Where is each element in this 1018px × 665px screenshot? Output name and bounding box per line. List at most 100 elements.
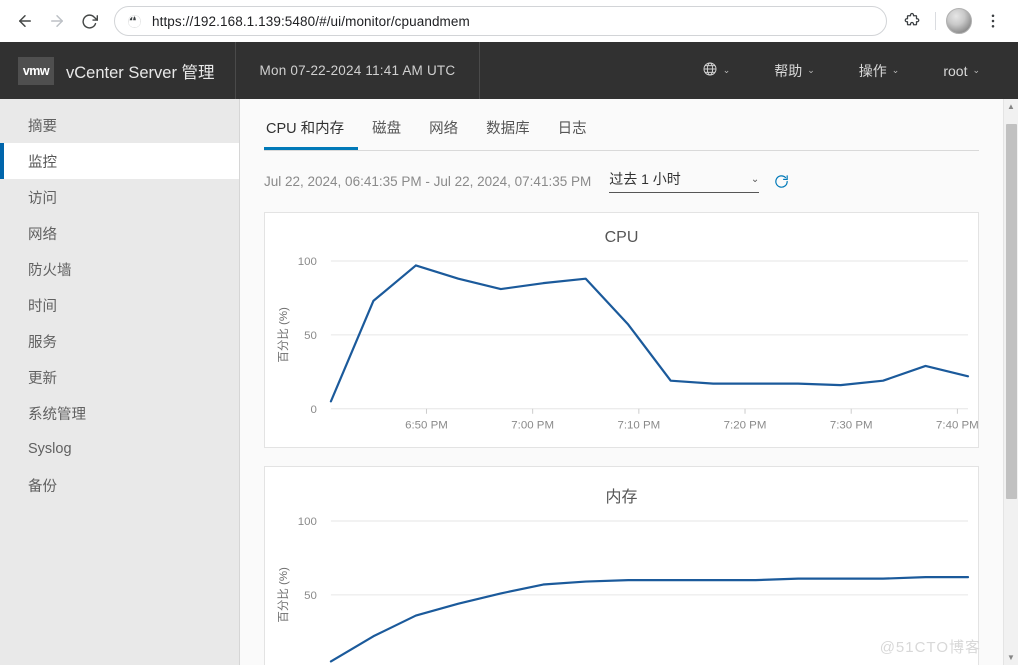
browser-actions [897, 6, 1008, 36]
address-bar[interactable]: https://192.168.1.139:5480/#/ui/monitor/… [114, 6, 887, 36]
cpu-chart-card: CPU 0 50 100 百分比 (%) 6:50 PM 7:00 PM 7:10 PM 7:… [264, 212, 979, 448]
svg-text:50: 50 [304, 590, 317, 602]
time-range-text: Jul 22, 2024, 06:41:35 PM - Jul 22, 2024… [264, 173, 592, 189]
user-menu[interactable]: root ⌄ [921, 42, 1002, 99]
tab-logs[interactable]: 日志 [544, 117, 601, 150]
refresh-icon[interactable] [773, 173, 790, 190]
sidebar-item-networking[interactable]: 网络 [0, 215, 239, 251]
help-menu-label: 帮助 [774, 62, 803, 79]
sidebar-item-label: 防火墙 [28, 262, 72, 279]
svg-text:100: 100 [298, 516, 317, 528]
reload-icon[interactable] [74, 6, 104, 36]
help-menu[interactable]: 帮助 ⌄ [752, 42, 837, 99]
svg-text:百分比 (%): 百分比 (%) [277, 307, 290, 363]
tab-label: 数据库 [486, 121, 530, 137]
sidebar-item-administration[interactable]: 系统管理 [0, 395, 239, 431]
sidebar-item-label: Syslog [28, 441, 72, 457]
tab-disk[interactable]: 磁盘 [358, 117, 415, 150]
svg-text:7:00 PM: 7:00 PM [511, 420, 554, 432]
chevron-down-icon: ⌄ [972, 65, 980, 75]
sidebar-item-label: 访问 [28, 190, 57, 207]
chevron-down-icon: ⌄ [891, 65, 900, 75]
sidebar-item-label: 监控 [28, 154, 57, 171]
sidebar-item-access[interactable]: 访问 [0, 179, 239, 215]
memory-chart[interactable]: 050100百分比 (%)6:50 PM7:00 PM7:10 PM7:20 P… [265, 509, 978, 665]
tab-network[interactable]: 网络 [415, 117, 472, 150]
sidebar-item-monitor[interactable]: 监控 [0, 143, 239, 179]
time-range-select[interactable]: 过去 1 小时 ⌄ [609, 169, 760, 193]
content-area: CPU 和内存 磁盘 网络 数据库 日志 Jul 22, 2024, 06:41… [240, 99, 1018, 665]
puzzle-extensions-icon[interactable] [897, 6, 927, 36]
globe-site-icon [127, 14, 142, 29]
vmware-logo: vmw [18, 56, 54, 85]
sidebar-item-label: 摘要 [28, 118, 57, 135]
sidebar-item-label: 服务 [28, 334, 57, 351]
tab-label: 网络 [429, 121, 459, 137]
cpu-chart-title: CPU [604, 229, 639, 246]
svg-text:7:30 PM: 7:30 PM [830, 420, 873, 432]
sidebar-item-syslog[interactable]: Syslog [0, 431, 239, 467]
user-menu-label: root [943, 62, 968, 79]
vertical-scrollbar[interactable]: ▲ ▼ [1003, 99, 1018, 665]
chevron-down-icon: ⌄ [750, 173, 760, 185]
profile-avatar-icon[interactable] [944, 6, 974, 36]
toolbar-divider [935, 12, 936, 30]
actions-menu[interactable]: 操作 ⌄ [837, 42, 922, 99]
time-range-value: 过去 1 小时 [609, 171, 681, 187]
brand[interactable]: vmw vCenter Server 管理 [0, 42, 235, 99]
sidebar-item-services[interactable]: 服务 [0, 323, 239, 359]
sidebar-item-summary[interactable]: 摘要 [0, 107, 239, 143]
forward-arrow-icon[interactable] [42, 6, 72, 36]
back-arrow-icon[interactable] [10, 6, 40, 36]
memory-chart-title: 内存 [605, 488, 638, 506]
svg-text:7:20 PM: 7:20 PM [724, 420, 767, 432]
tab-cpu-and-memory[interactable]: CPU 和内存 [264, 117, 359, 150]
globe-language-icon [702, 61, 718, 80]
sidebar-item-label: 更新 [28, 370, 57, 387]
time-range-controls: Jul 22, 2024, 06:41:35 PM - Jul 22, 2024… [264, 168, 979, 194]
url-text: https://192.168.1.139:5480/#/ui/monitor/… [152, 13, 470, 29]
sidebar-item-label: 系统管理 [28, 406, 86, 423]
tab-label: 日志 [557, 121, 587, 137]
svg-text:7:10 PM: 7:10 PM [617, 420, 660, 432]
header-divider-2 [479, 42, 481, 99]
browser-toolbar: https://192.168.1.139:5480/#/ui/monitor/… [0, 0, 1018, 42]
sidebar-item-label: 时间 [28, 298, 57, 315]
actions-menu-label: 操作 [858, 62, 887, 79]
app-body: 摘要 监控 访问 网络 防火墙 时间 服务 更新 系统管理 Syslog 备份 … [0, 99, 1018, 665]
chevron-down-icon: ⌄ [722, 65, 731, 75]
svg-text:6:50 PM: 6:50 PM [405, 420, 448, 432]
scrollbar-thumb[interactable] [1005, 124, 1017, 499]
sidebar-item-firewall[interactable]: 防火墙 [0, 251, 239, 287]
svg-text:50: 50 [304, 330, 317, 342]
cpu-chart-svg: 0 50 100 百分比 (%) 6:50 PM 7:00 PM 7:10 PM 7:20 P… [277, 256, 978, 432]
scroll-up-arrow-icon[interactable]: ▲ [1004, 99, 1018, 114]
sidebar-item-backup[interactable]: 备份 [0, 467, 239, 503]
tab-label: 磁盘 [372, 121, 402, 137]
cpu-chart[interactable]: 0 50 100 百分比 (%) 6:50 PM 7:00 PM 7:10 PM 7:20 P… [265, 249, 978, 447]
three-dot-menu-icon[interactable] [978, 6, 1008, 36]
memory-chart-card: 内存 050100百分比 (%)6:50 PM7:00 PM7:10 PM7:2… [264, 465, 979, 665]
tab-database[interactable]: 数据库 [472, 117, 544, 150]
svg-text:100: 100 [298, 256, 317, 268]
scrollbar-track[interactable] [1004, 114, 1018, 650]
language-menu[interactable]: ⌄ [680, 42, 753, 99]
content-inner: CPU 和内存 磁盘 网络 数据库 日志 Jul 22, 2024, 06:41… [240, 99, 1003, 665]
memory-chart-svg: 050100百分比 (%)6:50 PM7:00 PM7:10 PM7:20 P… [277, 516, 970, 665]
svg-text:7:40 PM: 7:40 PM [936, 420, 978, 432]
avatar [946, 8, 972, 34]
sidebar-item-update[interactable]: 更新 [0, 359, 239, 395]
header-menu: ⌄ 帮助 ⌄ 操作 ⌄ root ⌄ [680, 42, 1018, 99]
chevron-down-icon: ⌄ [807, 65, 815, 75]
svg-text:百分比 (%): 百分比 (%) [277, 567, 290, 623]
tab-bar: CPU 和内存 磁盘 网络 数据库 日志 [264, 117, 979, 151]
vcenter-app: vmw vCenter Server 管理 Mon 07-22-2024 11:… [0, 42, 1018, 665]
sidebar-item-label: 网络 [28, 226, 57, 243]
scroll-down-arrow-icon[interactable]: ▼ [1004, 650, 1018, 665]
tab-label: CPU 和内存 [266, 121, 345, 137]
sidebar-item-label: 备份 [28, 478, 57, 495]
page-title: vCenter Server 管理 [66, 63, 215, 82]
server-clock: Mon 07-22-2024 11:41 AM UTC [259, 63, 456, 78]
sidebar-item-time[interactable]: 时间 [0, 287, 239, 323]
svg-text:0: 0 [311, 404, 317, 416]
